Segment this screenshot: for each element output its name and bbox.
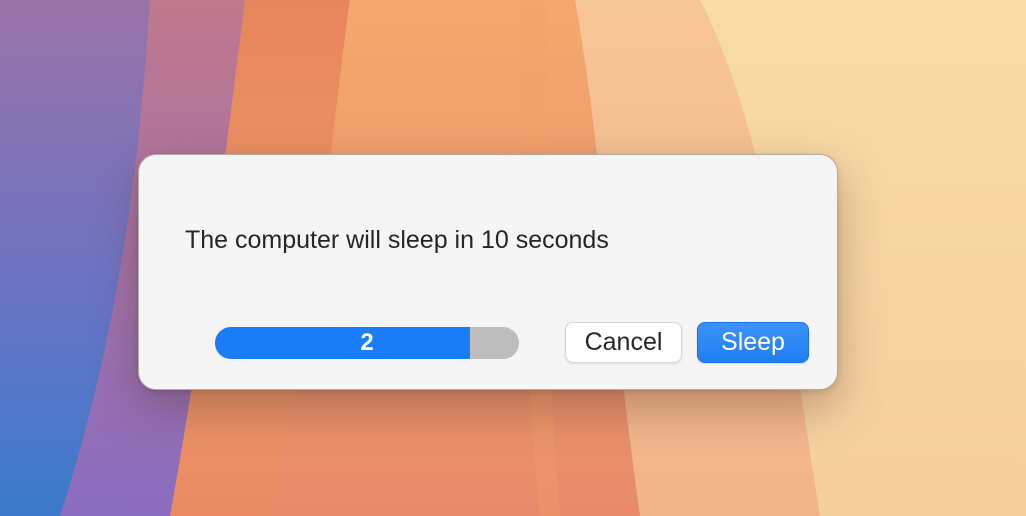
countdown-progress-bar: 2 — [215, 327, 519, 359]
cancel-button[interactable]: Cancel — [565, 322, 682, 363]
sleep-message: The computer will sleep in 10 seconds — [185, 226, 609, 254]
sleep-button[interactable]: Sleep — [697, 322, 809, 363]
countdown-progress-label: 2 — [360, 329, 374, 356]
sleep-dialog: The computer will sleep in 10 seconds 2 … — [138, 154, 838, 390]
